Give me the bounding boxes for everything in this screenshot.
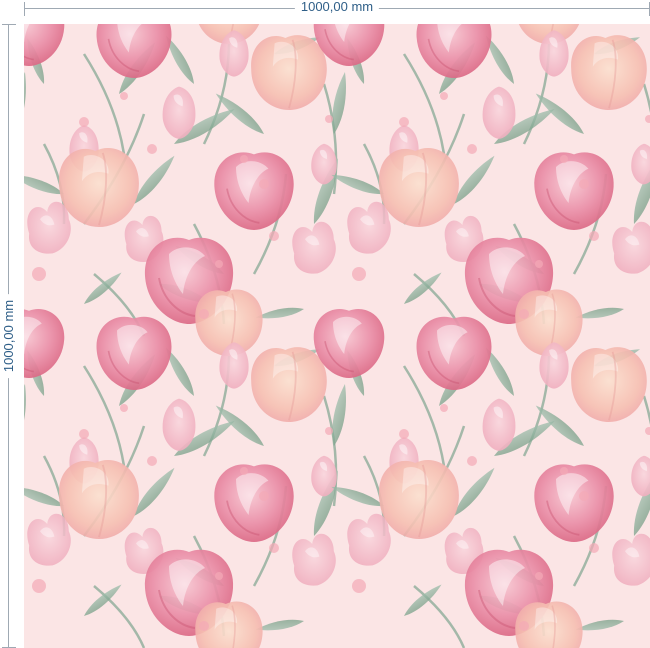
watercolor-dot bbox=[519, 309, 529, 319]
pattern-tile bbox=[312, 24, 650, 357]
width-dimension-tick-left bbox=[24, 2, 25, 16]
watercolor-dot bbox=[32, 267, 46, 281]
tulip-bud bbox=[347, 513, 391, 566]
leaf bbox=[24, 71, 31, 135]
pink-tulip bbox=[415, 315, 493, 391]
watercolor-dot bbox=[440, 404, 448, 412]
watercolor-dot bbox=[519, 621, 529, 631]
width-dimension-label: 1000,00 mm bbox=[294, 0, 380, 16]
peach-tulip bbox=[58, 147, 140, 228]
height-dimension-label: 1000,00 mm bbox=[0, 293, 18, 379]
pink-tulip bbox=[213, 463, 295, 543]
watercolor-dot bbox=[79, 429, 89, 439]
pink-tulip bbox=[213, 151, 295, 231]
watercolor-dot bbox=[645, 115, 650, 123]
pink-tulip bbox=[533, 463, 615, 543]
tulip-bud bbox=[311, 143, 337, 185]
pink-tulip bbox=[95, 315, 173, 391]
watercolor-dot bbox=[199, 621, 209, 631]
watercolor-dot bbox=[240, 155, 248, 163]
height-dimension: 1000,00 mm bbox=[0, 24, 18, 648]
watercolor-dot bbox=[467, 456, 477, 466]
pink-tulip bbox=[95, 24, 173, 79]
width-dimension: 1000,00 mm bbox=[24, 0, 650, 18]
tulip-bud bbox=[631, 455, 650, 497]
watercolor-dot bbox=[147, 144, 157, 154]
pink-tulip bbox=[24, 308, 66, 379]
floral-pattern-canvas bbox=[24, 24, 650, 648]
watercolor-dot bbox=[352, 579, 366, 593]
tulip-bud bbox=[612, 221, 650, 274]
tulip-bud bbox=[292, 221, 336, 274]
watercolor-dot bbox=[399, 117, 409, 127]
watercolor-dot bbox=[645, 427, 650, 435]
watercolor-dot bbox=[440, 92, 448, 100]
pattern-tile bbox=[24, 308, 351, 648]
tulip-bud bbox=[27, 513, 71, 566]
watercolor-dot bbox=[79, 117, 89, 127]
tulip-bud bbox=[27, 201, 71, 254]
leaf bbox=[81, 581, 125, 620]
tulip-bud bbox=[162, 86, 196, 139]
tulip-bud bbox=[482, 398, 516, 451]
leaf bbox=[81, 269, 125, 308]
stem bbox=[93, 585, 146, 648]
watercolor-dot bbox=[535, 260, 543, 268]
leaf bbox=[401, 581, 445, 620]
pink-tulip bbox=[24, 24, 66, 67]
watercolor-dot bbox=[215, 572, 223, 580]
peach-tulip bbox=[378, 459, 460, 540]
watercolor-dot bbox=[467, 144, 477, 154]
leaf bbox=[24, 383, 31, 447]
watercolor-dot bbox=[259, 179, 269, 189]
peach-tulip bbox=[570, 34, 648, 111]
peach-tulip bbox=[378, 147, 460, 228]
tulip-bud bbox=[631, 143, 650, 185]
watercolor-dot bbox=[32, 579, 46, 593]
peach-tulip bbox=[58, 459, 140, 540]
watercolor-dot bbox=[579, 179, 589, 189]
leaf bbox=[328, 71, 351, 135]
watercolor-dot bbox=[120, 92, 128, 100]
watercolor-dot bbox=[399, 429, 409, 439]
watercolor-dot bbox=[560, 467, 568, 475]
watercolor-dot bbox=[325, 115, 333, 123]
height-dimension-tick-top bbox=[2, 24, 16, 25]
leaf bbox=[401, 269, 445, 308]
tulip-bud bbox=[347, 201, 391, 254]
watercolor-dot bbox=[215, 260, 223, 268]
tulip-bud bbox=[292, 533, 336, 586]
watercolor-dot bbox=[535, 572, 543, 580]
watercolor-dot bbox=[240, 467, 248, 475]
stem bbox=[413, 585, 466, 648]
watercolor-dot bbox=[560, 155, 568, 163]
pattern-tile bbox=[312, 308, 650, 648]
leaf bbox=[328, 383, 351, 447]
tulip-bud bbox=[311, 455, 337, 497]
watercolor-dot bbox=[199, 309, 209, 319]
peach-tulip bbox=[250, 346, 328, 423]
watercolor-dot bbox=[269, 543, 279, 553]
peach-tulip bbox=[250, 34, 328, 111]
watercolor-dot bbox=[325, 427, 333, 435]
watercolor-dot bbox=[147, 456, 157, 466]
pink-tulip bbox=[415, 24, 493, 79]
watercolor-dot bbox=[579, 491, 589, 501]
watercolor-dot bbox=[352, 267, 366, 281]
pattern-tile bbox=[24, 24, 351, 357]
tulip-bud bbox=[612, 533, 650, 586]
tulip-bud bbox=[162, 398, 196, 451]
pattern-tile bbox=[24, 71, 31, 135]
watercolor-dot bbox=[269, 231, 279, 241]
pink-tulip bbox=[533, 151, 615, 231]
floral-pattern-preview bbox=[24, 24, 650, 648]
watercolor-dot bbox=[589, 543, 599, 553]
watercolor-dot bbox=[589, 231, 599, 241]
peach-tulip bbox=[570, 346, 648, 423]
watercolor-dot bbox=[120, 404, 128, 412]
watercolor-dot bbox=[259, 491, 269, 501]
tulip-bud bbox=[482, 86, 516, 139]
